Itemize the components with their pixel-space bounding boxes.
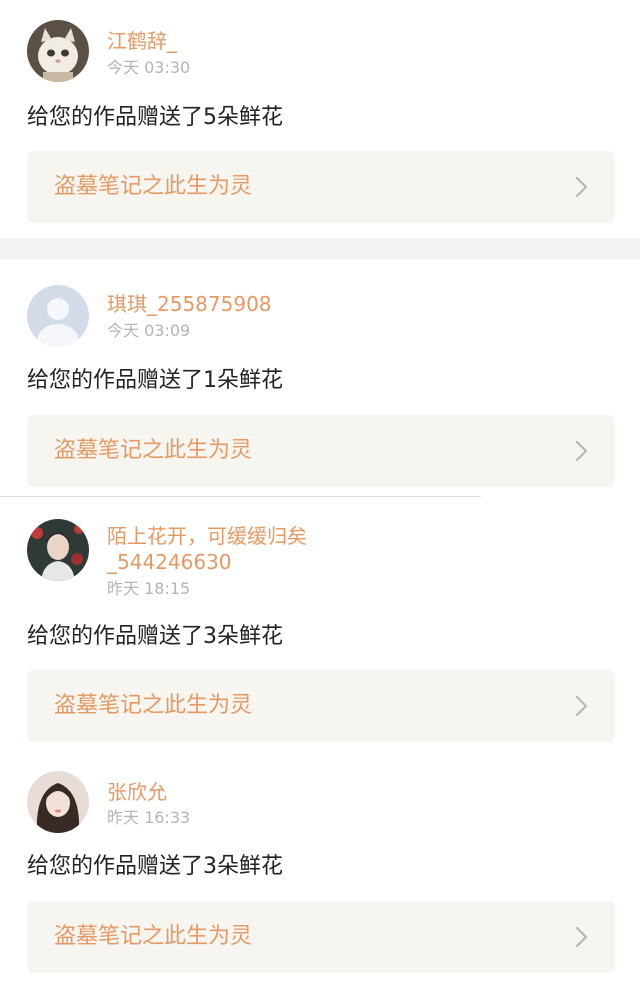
chevron-right-icon (575, 925, 589, 949)
notification-card: 张欣允 昨天 16:33 给您的作品赠送了3朵鲜花 盗墓笔记之此生为灵 (0, 747, 640, 983)
user-avatar[interactable] (27, 20, 89, 82)
username[interactable]: 琪琪_255875908 (107, 291, 407, 317)
work-link-button[interactable]: 盗墓笔记之此生为灵 (27, 670, 615, 742)
chevron-right-icon (575, 694, 589, 718)
user-avatar[interactable] (27, 771, 89, 833)
username[interactable]: 江鹤辞_ (107, 28, 407, 54)
chevron-right-icon (575, 175, 589, 199)
notification-card: 陌上花开，可缓缓归矣 _544246630 昨天 18:15 给您的作品赠送了3… (0, 497, 640, 747)
work-title: 盗墓笔记之此生为灵 (54, 693, 253, 718)
work-link-button[interactable]: 盗墓笔记之此生为灵 (27, 415, 615, 487)
girl-avatar-icon (27, 771, 89, 833)
work-link-button[interactable]: 盗墓笔记之此生为灵 (27, 151, 615, 223)
gift-message: 给您的作品赠送了1朵鲜花 (27, 368, 283, 393)
username[interactable]: 张欣允 (107, 779, 407, 805)
work-title: 盗墓笔记之此生为灵 (54, 174, 253, 199)
gift-message: 给您的作品赠送了3朵鲜花 (27, 624, 283, 649)
user-avatar[interactable] (27, 285, 89, 347)
timestamp: 今天 03:30 (107, 58, 191, 77)
work-link-button[interactable]: 盗墓笔记之此生为灵 (27, 901, 615, 973)
username[interactable]: 陌上花开，可缓缓归矣 _544246630 (107, 523, 407, 575)
timestamp: 昨天 18:15 (107, 579, 191, 598)
section-separator (0, 238, 640, 259)
user-avatar[interactable] (27, 519, 89, 581)
work-title: 盗墓笔记之此生为灵 (54, 924, 253, 949)
work-title: 盗墓笔记之此生为灵 (54, 438, 253, 463)
timestamp: 今天 03:09 (107, 321, 191, 340)
chevron-right-icon (575, 439, 589, 463)
gift-message: 给您的作品赠送了5朵鲜花 (27, 105, 283, 130)
notification-card: 琪琪_255875908 今天 03:09 给您的作品赠送了1朵鲜花 盗墓笔记之… (0, 259, 640, 496)
timestamp: 昨天 16:33 (107, 808, 191, 827)
boy-avatar-icon (27, 519, 89, 581)
default-avatar-icon (27, 285, 89, 347)
notification-card: 江鹤辞_ 今天 03:30 给您的作品赠送了5朵鲜花 盗墓笔记之此生为灵 (0, 0, 640, 238)
gift-message: 给您的作品赠送了3朵鲜花 (27, 854, 283, 879)
cat-avatar-icon (27, 20, 89, 82)
